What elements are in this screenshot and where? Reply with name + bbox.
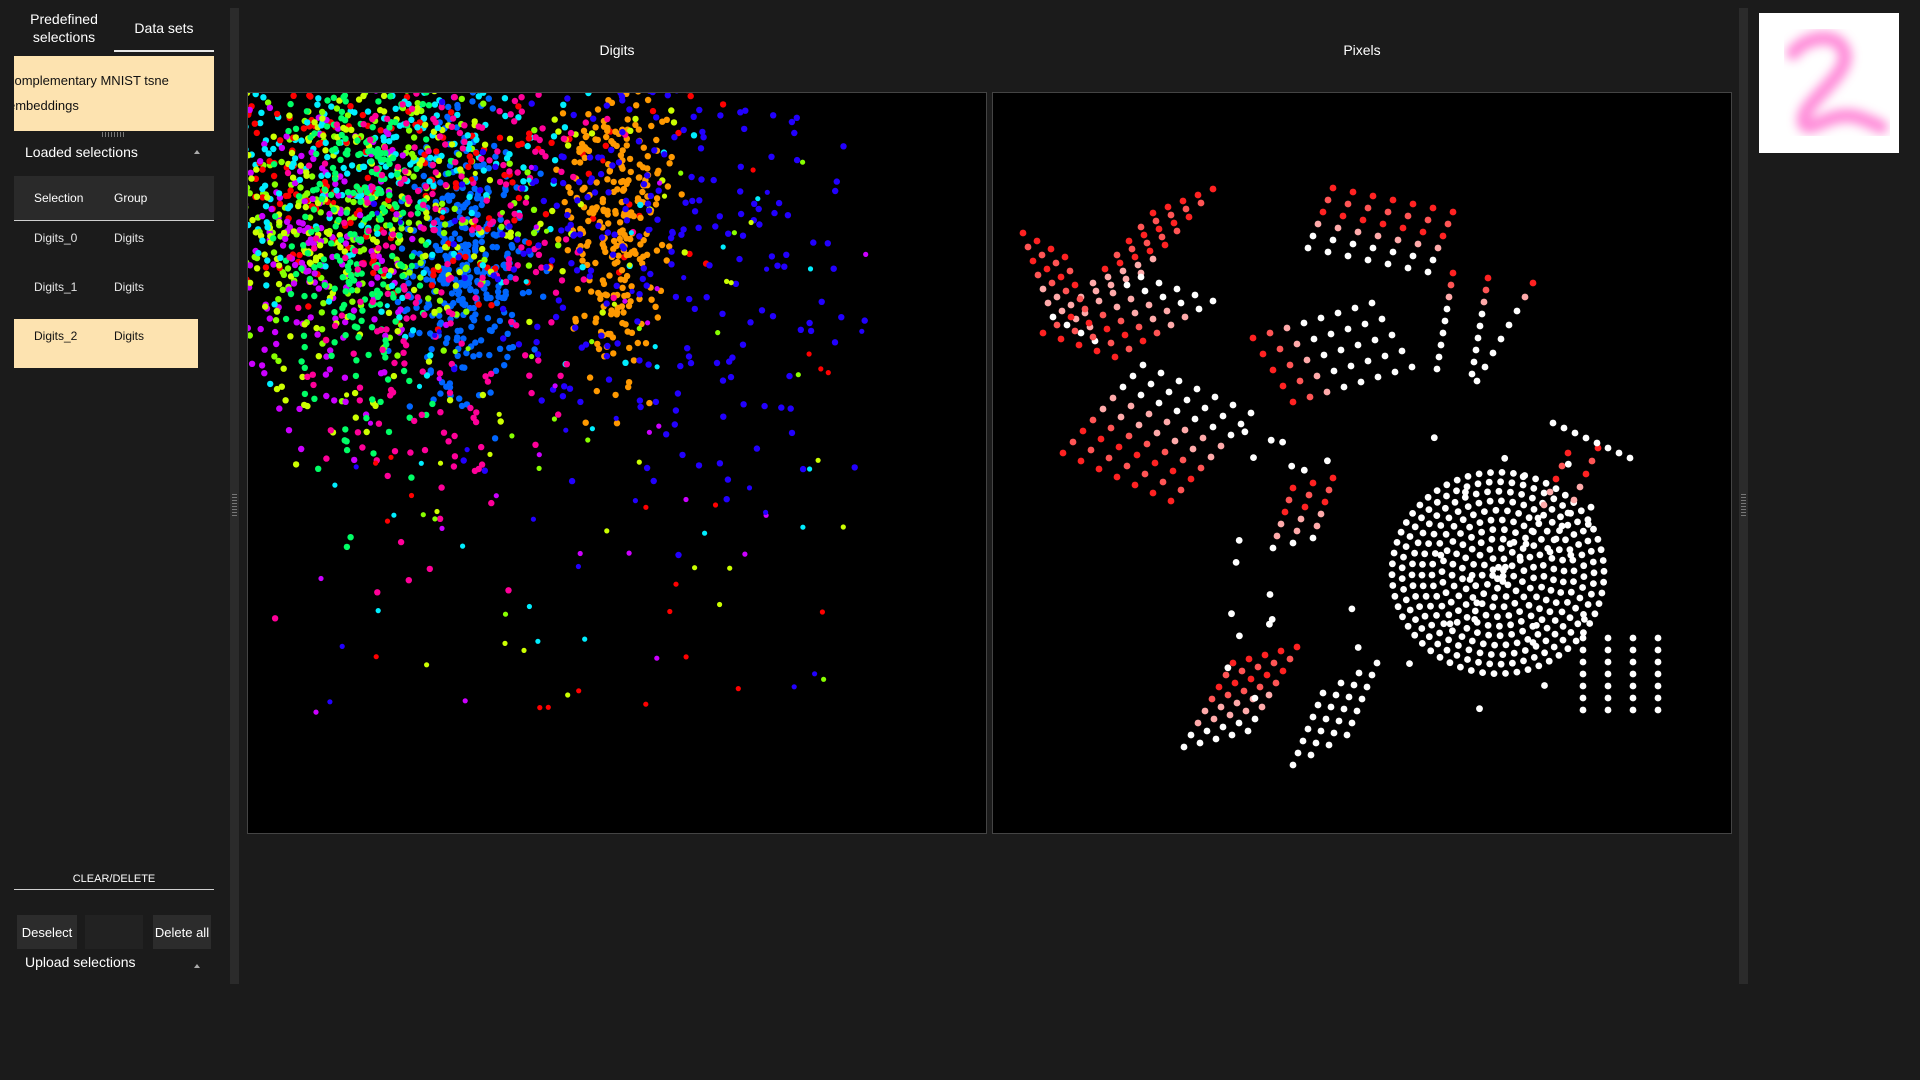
table-row[interactable]: Digits_1 Digits	[14, 270, 198, 319]
clear-delete-label: CLEAR/DELETE	[14, 873, 214, 890]
deselect-button[interactable]: Deselect	[17, 915, 77, 949]
delete-all-button[interactable]: Delete all	[153, 915, 211, 949]
row-selection: Digits_1	[34, 280, 78, 294]
splitter-handle-icon[interactable]	[232, 492, 237, 516]
splitter-handle-icon[interactable]	[1741, 492, 1746, 516]
upload-selections-header[interactable]: Upload selections	[14, 948, 214, 976]
digit-thumbnail	[1759, 13, 1899, 153]
upload-selections-title: Upload selections	[25, 954, 136, 970]
plot-title-digits: Digits	[599, 42, 635, 58]
digits-scatter-plot[interactable]	[247, 92, 987, 834]
plot-title-pixels: Pixels	[1343, 42, 1381, 58]
selections-table: Selection Group Digits_0 Digits Digits_1…	[14, 176, 214, 368]
pixels-scatter-plot[interactable]	[992, 92, 1732, 834]
row-selection: Digits_2	[34, 329, 78, 343]
left-panel: Predefined selections Data sets compleme…	[0, 0, 228, 985]
dataset-item-label: complementary MNIST tsne embeddings	[14, 73, 169, 113]
dataset-list-item[interactable]: complementary MNIST tsne embeddings	[14, 56, 214, 131]
resize-grip-icon[interactable]	[102, 132, 126, 137]
tab-data-sets[interactable]: Data sets	[114, 6, 214, 52]
right-splitter[interactable]	[1739, 8, 1748, 984]
table-row-selected[interactable]: Digits_2 Digits	[14, 319, 198, 368]
disabled-button	[85, 915, 143, 949]
table-row[interactable]: Digits_0 Digits	[14, 221, 198, 270]
chevron-up-icon[interactable]	[194, 150, 200, 154]
row-group: Digits	[114, 329, 145, 343]
left-splitter[interactable]	[230, 8, 239, 984]
row-selection: Digits_0	[34, 231, 78, 245]
chevron-up-icon[interactable]	[194, 964, 200, 968]
row-group: Digits	[114, 280, 145, 294]
loaded-selections-header[interactable]: Loaded selections	[14, 138, 214, 166]
sidebar-tabs: Predefined selections Data sets	[14, 6, 214, 52]
column-header-selection[interactable]: Selection	[14, 191, 99, 205]
pixels-scatter-svg[interactable]	[993, 93, 1731, 833]
table-header: Selection Group	[14, 176, 214, 221]
loaded-selections-title: Loaded selections	[25, 144, 138, 160]
row-group: Digits	[114, 231, 145, 245]
digit-thumbnail-image	[1786, 31, 1888, 134]
digits-scatter-svg[interactable]	[248, 93, 986, 833]
tab-predefined-selections[interactable]: Predefined selections	[14, 6, 114, 50]
column-header-group[interactable]: Group	[99, 191, 198, 205]
